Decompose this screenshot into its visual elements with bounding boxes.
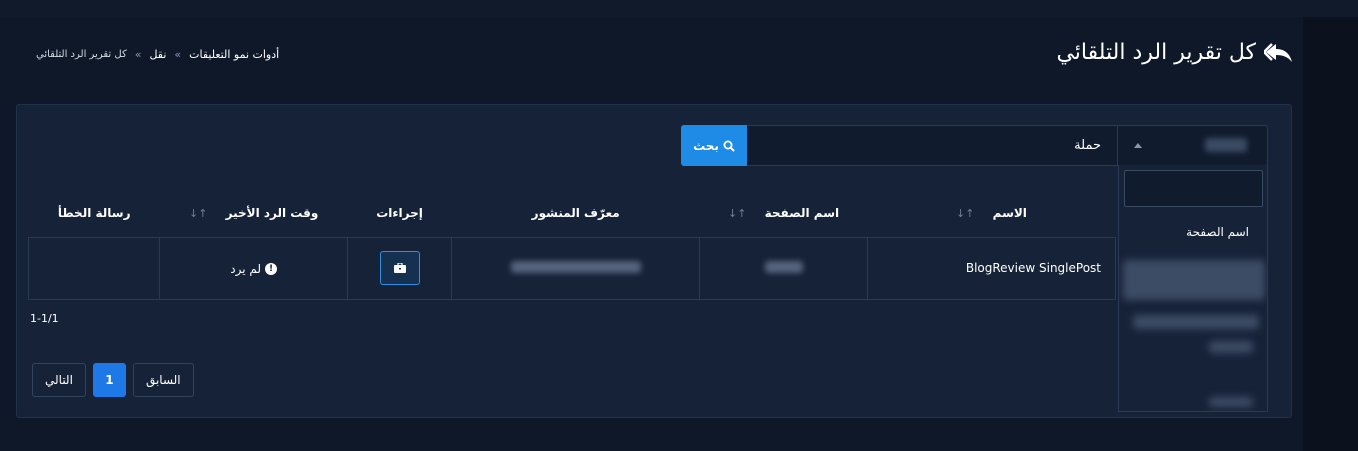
right-gutter	[1303, 17, 1358, 451]
record-count: 1-1/1	[30, 312, 59, 325]
column-header-error: رسالة الخطأ	[28, 189, 160, 238]
select-value-redacted	[1205, 138, 1247, 152]
page-title-text: كل تقرير الرد التلقائي	[1056, 40, 1256, 65]
redacted-text	[510, 260, 641, 273]
column-header-actions: إجراءات	[347, 189, 452, 238]
cell-post-id	[451, 236, 701, 300]
dropdown-option-redacted[interactable]	[1209, 397, 1253, 407]
column-dropdown: اسم الصفحة	[1118, 165, 1268, 412]
report-table: الاسم ↑↓ اسم الصفحة ↑↓ معرّف المنشور إجر…	[27, 189, 1117, 300]
no-reply-status: ! لم يرد	[230, 262, 278, 276]
dropdown-option-redacted[interactable]	[1123, 260, 1265, 300]
column-header-page-name[interactable]: اسم الصفحة ↑↓	[699, 189, 868, 238]
previous-page-button[interactable]: السابق	[132, 363, 194, 397]
next-page-button[interactable]: التالي	[32, 363, 86, 397]
exclamation-circle-icon: !	[265, 263, 278, 275]
table-row: BlogReview SinglePost ! لم يرد	[27, 236, 1117, 300]
column-header-post-id: معرّف المنشور	[451, 189, 700, 238]
reply-all-icon[interactable]	[1264, 42, 1294, 64]
view-report-button[interactable]	[379, 251, 420, 285]
sort-icon[interactable]: ↑↓	[728, 207, 746, 220]
sort-icon[interactable]: ↑↓	[189, 207, 207, 220]
cell-error	[27, 236, 161, 300]
breadcrumb-current: كل تقرير الرد التلقائي	[36, 49, 127, 60]
column-header-name[interactable]: الاسم ↑↓	[867, 189, 1116, 238]
column-header-last-reply[interactable]: وقت الرد الأخير ↑↓	[159, 189, 348, 238]
caret-up-icon	[1134, 143, 1142, 148]
top-bar	[0, 0, 1358, 17]
search-group: بحث	[681, 125, 1268, 166]
dropdown-option-redacted[interactable]	[1209, 341, 1253, 353]
cell-actions	[346, 236, 453, 300]
search-button[interactable]: بحث	[681, 125, 747, 166]
cell-last-reply: ! لم يرد	[159, 236, 348, 300]
search-input[interactable]	[747, 125, 1118, 166]
dropdown-option-page-name[interactable]: اسم الصفحة	[1186, 225, 1249, 239]
briefcase-icon	[393, 263, 406, 273]
breadcrumb-root[interactable]: أدوات نمو التعليقات	[189, 48, 279, 61]
page-title: كل تقرير الرد التلقائي	[1056, 40, 1294, 65]
sort-icon[interactable]: ↑↓	[956, 207, 974, 220]
breadcrumb: أدوات نمو التعليقات » نقل » كل تقرير الر…	[36, 48, 279, 61]
cell-page-name	[699, 236, 868, 300]
search-button-label: بحث	[693, 138, 719, 153]
report-card: بحث الاسم ↑↓ اسم الصفحة ↑↓ معرّف المنشور…	[16, 104, 1292, 418]
column-select[interactable]	[1118, 125, 1268, 166]
search-icon	[723, 140, 735, 152]
pagination: التالي 1 السابق	[32, 363, 194, 397]
breadcrumb-separator: »	[174, 48, 182, 61]
redacted-text	[764, 260, 803, 273]
table-header-row: الاسم ↑↓ اسم الصفحة ↑↓ معرّف المنشور إجر…	[28, 189, 1116, 238]
dropdown-option-redacted[interactable]	[1133, 315, 1259, 329]
dropdown-search-input[interactable]	[1124, 170, 1263, 207]
page-1-button[interactable]: 1	[92, 363, 126, 397]
breadcrumb-middle[interactable]: نقل	[149, 48, 166, 61]
cell-name: BlogReview SinglePost	[866, 236, 1117, 300]
breadcrumb-separator: »	[134, 48, 142, 61]
